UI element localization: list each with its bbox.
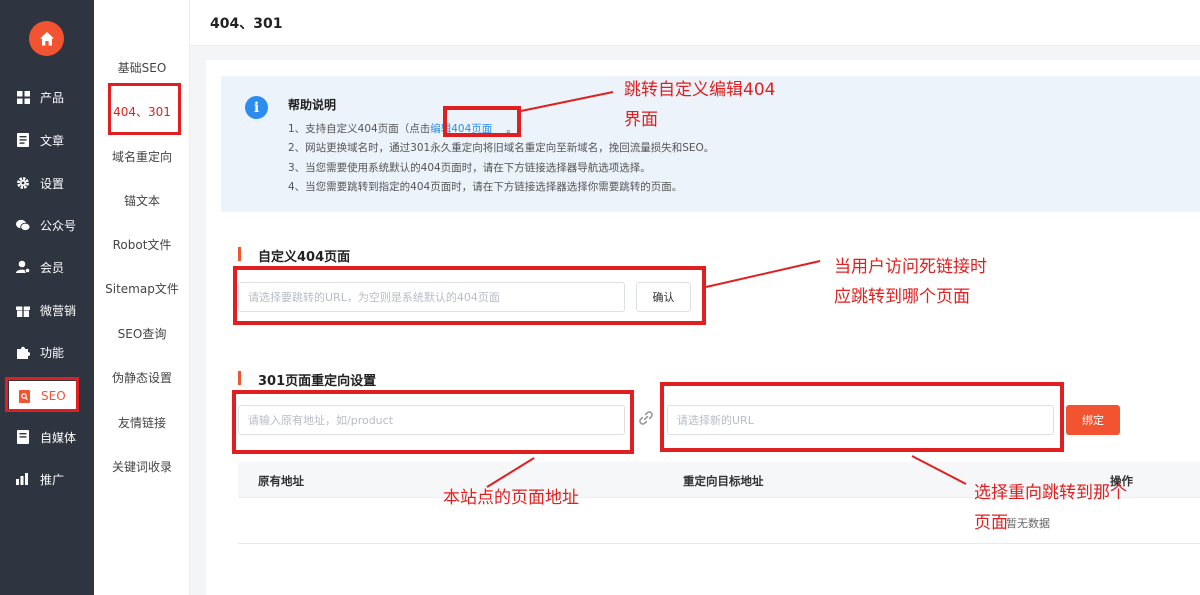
wechat-icon — [16, 218, 30, 232]
sidebar-item-products[interactable]: 产品 — [0, 76, 94, 118]
help-line-4: 4、当您需要跳转到指定的404页面时，请在下方链接选择器选择你需要跳转的页面。 — [288, 181, 683, 193]
annotation-box-edit-404-link — [443, 106, 521, 137]
sidebar-item-label: 推广 — [40, 472, 65, 487]
submenu-item-seo-query[interactable]: SEO查询 — [94, 325, 190, 342]
annotation-text-line: 当用户访问死链接时 — [834, 257, 987, 277]
sidebar-item-label: 会员 — [40, 260, 65, 275]
sidebar-item-label: 设置 — [40, 176, 65, 191]
puzzle-icon — [16, 345, 30, 359]
submenu-item-anchor-text[interactable]: 锚文本 — [94, 192, 190, 209]
gift-icon — [16, 303, 30, 317]
grid-icon — [16, 90, 30, 104]
info-icon: i — [245, 96, 268, 119]
redirect-301-section-title: 301页面重定向设置 — [238, 370, 376, 389]
sidebar-item-label: 功能 — [40, 345, 65, 360]
column-header-source: 原有地址 — [258, 474, 304, 488]
help-line-1-prefix: 1、支持自定义404页面（点击 — [288, 123, 431, 135]
annotation-text-line: 选择重向跳转到那个 — [974, 483, 1127, 503]
annotation-text-edit-404: 跳转自定义编辑404 界面 — [624, 75, 775, 135]
help-line-3: 3、当您需要使用系统默认的404页面时，请在下方链接选择器导航选项选择。 — [288, 162, 651, 174]
annotation-box-404-301 — [108, 83, 181, 135]
annotation-text-line: 应跳转到哪个页面 — [834, 287, 970, 307]
sidebar-item-label: 自媒体 — [40, 430, 77, 445]
annotation-text-target-page: 选择重向跳转到那个 页面 — [974, 478, 1127, 538]
column-header-target: 重定向目标地址 — [683, 474, 764, 488]
sidebar-item-label: 产品 — [40, 90, 65, 105]
submenu-item-pseudo-static[interactable]: 伪静态设置 — [94, 369, 190, 386]
annotation-box-seo — [5, 377, 79, 412]
submenu-item-sitemap-file[interactable]: Sitemap文件 — [94, 280, 190, 297]
sidebar-item-label: 微营销 — [40, 303, 77, 318]
sidebar-item-settings[interactable]: 设置 — [0, 162, 94, 204]
sidebar-item-promotion[interactable]: 推广 — [0, 458, 94, 500]
annotation-text-line: 跳转自定义编辑404 — [624, 80, 776, 100]
sidebar-item-wechat[interactable]: 公众号 — [0, 204, 94, 246]
submenu-item-keyword-index[interactable]: 关键词收录 — [94, 458, 190, 475]
submenu-item-friend-links[interactable]: 友情链接 — [94, 414, 190, 431]
home-logo-button[interactable] — [29, 21, 64, 56]
sidebar-item-functions[interactable]: 功能 — [0, 331, 94, 373]
help-title: 帮助说明 — [288, 98, 337, 112]
submenu-item-basic-seo[interactable]: 基础SEO — [94, 59, 190, 76]
gear-icon — [16, 176, 30, 190]
home-icon — [39, 31, 54, 45]
custom-404-section-title: 自定义404页面 — [238, 246, 350, 265]
chart-icon — [16, 472, 30, 486]
bind-button[interactable]: 绑定 — [1066, 405, 1120, 435]
media-icon — [16, 430, 30, 444]
sidebar-item-articles[interactable]: 文章 — [0, 119, 94, 161]
annotation-box-target-url — [660, 382, 1064, 452]
document-icon — [16, 133, 30, 147]
sidebar-item-label: 文章 — [40, 133, 65, 148]
sidebar-item-micro-marketing[interactable]: 微营销 — [0, 289, 94, 331]
annotation-box-custom-404 — [233, 266, 706, 325]
help-line-2: 2、网站更换域名时，通过301永久重定向将旧域名重定向至新域名，挽回流量损失和S… — [288, 142, 715, 154]
page-header: 404、301 — [190, 0, 1200, 46]
sidebar-item-self-media[interactable]: 自媒体 — [0, 416, 94, 458]
annotation-box-source-url — [232, 390, 634, 454]
sidebar-item-members[interactable]: 会员 — [0, 246, 94, 288]
link-icon — [639, 411, 653, 425]
submenu-item-domain-redirect[interactable]: 域名重定向 — [94, 148, 190, 165]
annotation-text-dead-link: 当用户访问死链接时 应跳转到哪个页面 — [834, 252, 987, 312]
sidebar-item-label: 公众号 — [40, 218, 77, 233]
annotation-text-source-page: 本站点的页面地址 — [443, 488, 579, 508]
member-icon — [16, 260, 30, 274]
annotation-text-line: 界面 — [624, 110, 658, 130]
submenu-item-robot-file[interactable]: Robot文件 — [94, 236, 190, 253]
annotation-text-line: 页面 — [974, 513, 1008, 533]
page-title: 404、301 — [210, 16, 283, 32]
